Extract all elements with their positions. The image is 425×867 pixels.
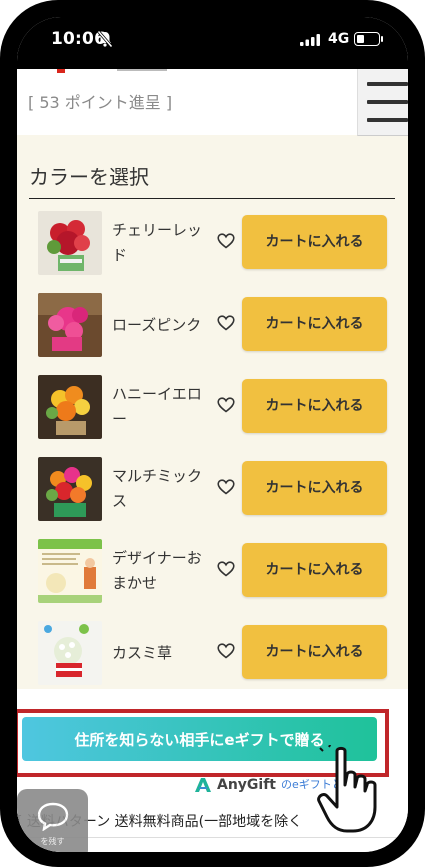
anygift-logo: AnyGift [193,774,276,796]
notch [135,17,291,55]
divider [29,198,395,199]
anygift-brand: AnyGift [217,777,277,793]
section-title: カラーを選択 [29,165,149,189]
add-to-cart-button[interactable]: カートに入れる [242,625,387,679]
anygift-icon [195,778,211,792]
product-row: マルチミックス カートに入れる [17,457,408,539]
add-to-cart-button[interactable]: カートに入れる [242,379,387,433]
pointer-hand-icon [317,745,377,833]
product-image[interactable] [38,621,102,685]
chat-label: を残す [40,837,65,846]
heart-icon[interactable] [217,561,235,577]
product-name: カスミ草 [112,643,173,662]
product-row: ローズピンク カートに入れる [17,293,408,375]
signal-icon [300,34,320,46]
product-name: ハニーイエロー [112,385,202,428]
color-panel: [ 53 ポイント進呈 ] カラーを選択 チェリーレッド カートに入れる ローズ… [17,69,408,689]
add-to-cart-button[interactable]: カートに入れる [242,543,387,597]
add-to-cart-button[interactable]: カートに入れる [242,297,387,351]
product-image[interactable] [38,293,102,357]
points-label: [ 53 ポイント進呈 ] [28,93,173,112]
chat-widget-button[interactable]: を残す [17,789,88,852]
product-image[interactable] [38,457,102,521]
product-row: チェリーレッド カートに入れる [17,211,408,293]
product-name: チェリーレッド [112,221,203,264]
heart-icon[interactable] [217,643,235,659]
phone-frame: 10:06 4G [53 ポイント進呈] カラーを選択 チェリーレッド カー… [0,0,425,867]
heart-icon[interactable] [217,315,235,331]
product-image[interactable] [38,539,102,603]
product-name: デザイナーおまかせ [112,549,202,592]
product-row: ハニーイエロー カートに入れる [17,375,408,457]
page-content: [ 53 ポイント進呈 ] カラーを選択 チェリーレッド カートに入れる ローズ… [17,69,408,852]
heart-icon[interactable] [217,233,235,249]
heart-icon[interactable] [217,479,235,495]
status-bar: 10:06 4G [17,17,408,69]
product-row: デザイナーおまかせ カートに入れる [17,539,408,621]
logo-fragment [57,69,65,73]
product-name: マルチミックス [112,467,203,510]
product-row: カスミ草 カートに入れる [17,621,408,703]
product-image[interactable] [38,375,102,439]
add-to-cart-button[interactable]: カートに入れる [242,461,387,515]
heart-icon[interactable] [217,397,235,413]
product-name: ローズピンク [112,315,202,334]
battery-icon [354,32,383,46]
screen: 10:06 4G [53 ポイント進呈] カラーを選択 チェリーレッド カー… [17,17,408,852]
add-to-cart-button[interactable]: カートに入れる [242,215,387,269]
top-strip: [ 53 ポイント進呈 ] [17,69,357,135]
chat-bubble-icon [37,802,69,831]
network-type: 4G [328,31,350,47]
hamburger-menu-button[interactable] [357,69,408,136]
header-fragment [117,69,167,71]
product-image[interactable] [38,211,102,275]
silent-bell-icon [97,30,113,48]
